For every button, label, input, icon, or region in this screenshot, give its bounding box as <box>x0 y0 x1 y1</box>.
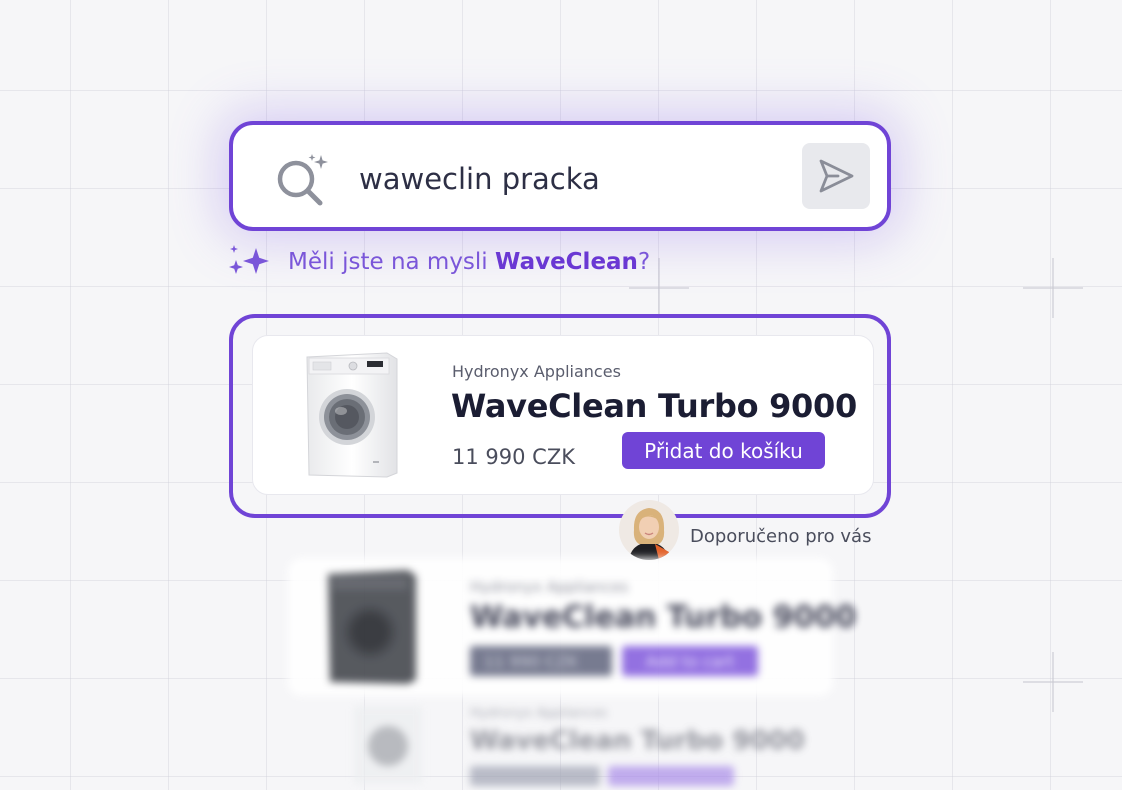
suggestion-prefix: Měli jste na mysli <box>288 249 496 275</box>
grid-plus-decoration <box>1023 652 1083 712</box>
washing-machine-image <box>328 570 416 684</box>
blurred-add-to-cart: Add to cart <box>622 646 758 676</box>
send-icon <box>819 159 854 193</box>
blurred-name: WaveClean Turbo 9000 <box>470 726 805 756</box>
grid-plus-decoration <box>1023 258 1083 318</box>
featured-result-highlight: Hydronyx Appliances WaveClean Turbo 9000… <box>229 314 891 518</box>
washing-machine-image <box>354 706 422 784</box>
suggestion-text: Měli jste na mysli WaveClean? <box>288 249 650 275</box>
suggestion-suffix: ? <box>637 249 651 275</box>
blurred-result-card: Hydronyx Appliances WaveClean Turbo 9000 <box>300 700 820 790</box>
product-price: 11 990 CZK <box>452 445 575 469</box>
blurred-name: WaveClean Turbo 9000 <box>470 600 857 635</box>
blurred-brand: Hydronyx Appliances <box>470 706 608 721</box>
add-to-cart-button[interactable]: Přidat do košíku <box>622 432 825 469</box>
product-card[interactable]: Hydronyx Appliances WaveClean Turbo 9000… <box>252 335 874 495</box>
blurred-price: 11 990 CZK <box>470 646 612 676</box>
send-button[interactable] <box>802 143 870 209</box>
avatar <box>619 500 679 560</box>
search-input[interactable] <box>359 157 779 201</box>
sparkles-icon <box>229 245 269 274</box>
suggestion-term-link[interactable]: WaveClean <box>495 249 638 275</box>
did-you-mean-suggestion[interactable]: Měli jste na mysli WaveClean? <box>227 244 650 280</box>
blurred-result-card: Hydronyx Appliances WaveClean Turbo 9000… <box>288 558 856 696</box>
blurred-add-to-cart <box>608 766 734 786</box>
product-brand: Hydronyx Appliances <box>452 362 621 381</box>
search-sparkle-icon <box>277 154 328 206</box>
product-name[interactable]: WaveClean Turbo 9000 <box>451 387 857 425</box>
search-bar[interactable] <box>229 121 891 231</box>
blurred-brand: Hydronyx Appliances <box>470 578 629 596</box>
washing-machine-image <box>306 352 398 478</box>
recommended-label: Doporučeno pro vás <box>690 526 872 547</box>
blurred-price <box>470 766 600 786</box>
